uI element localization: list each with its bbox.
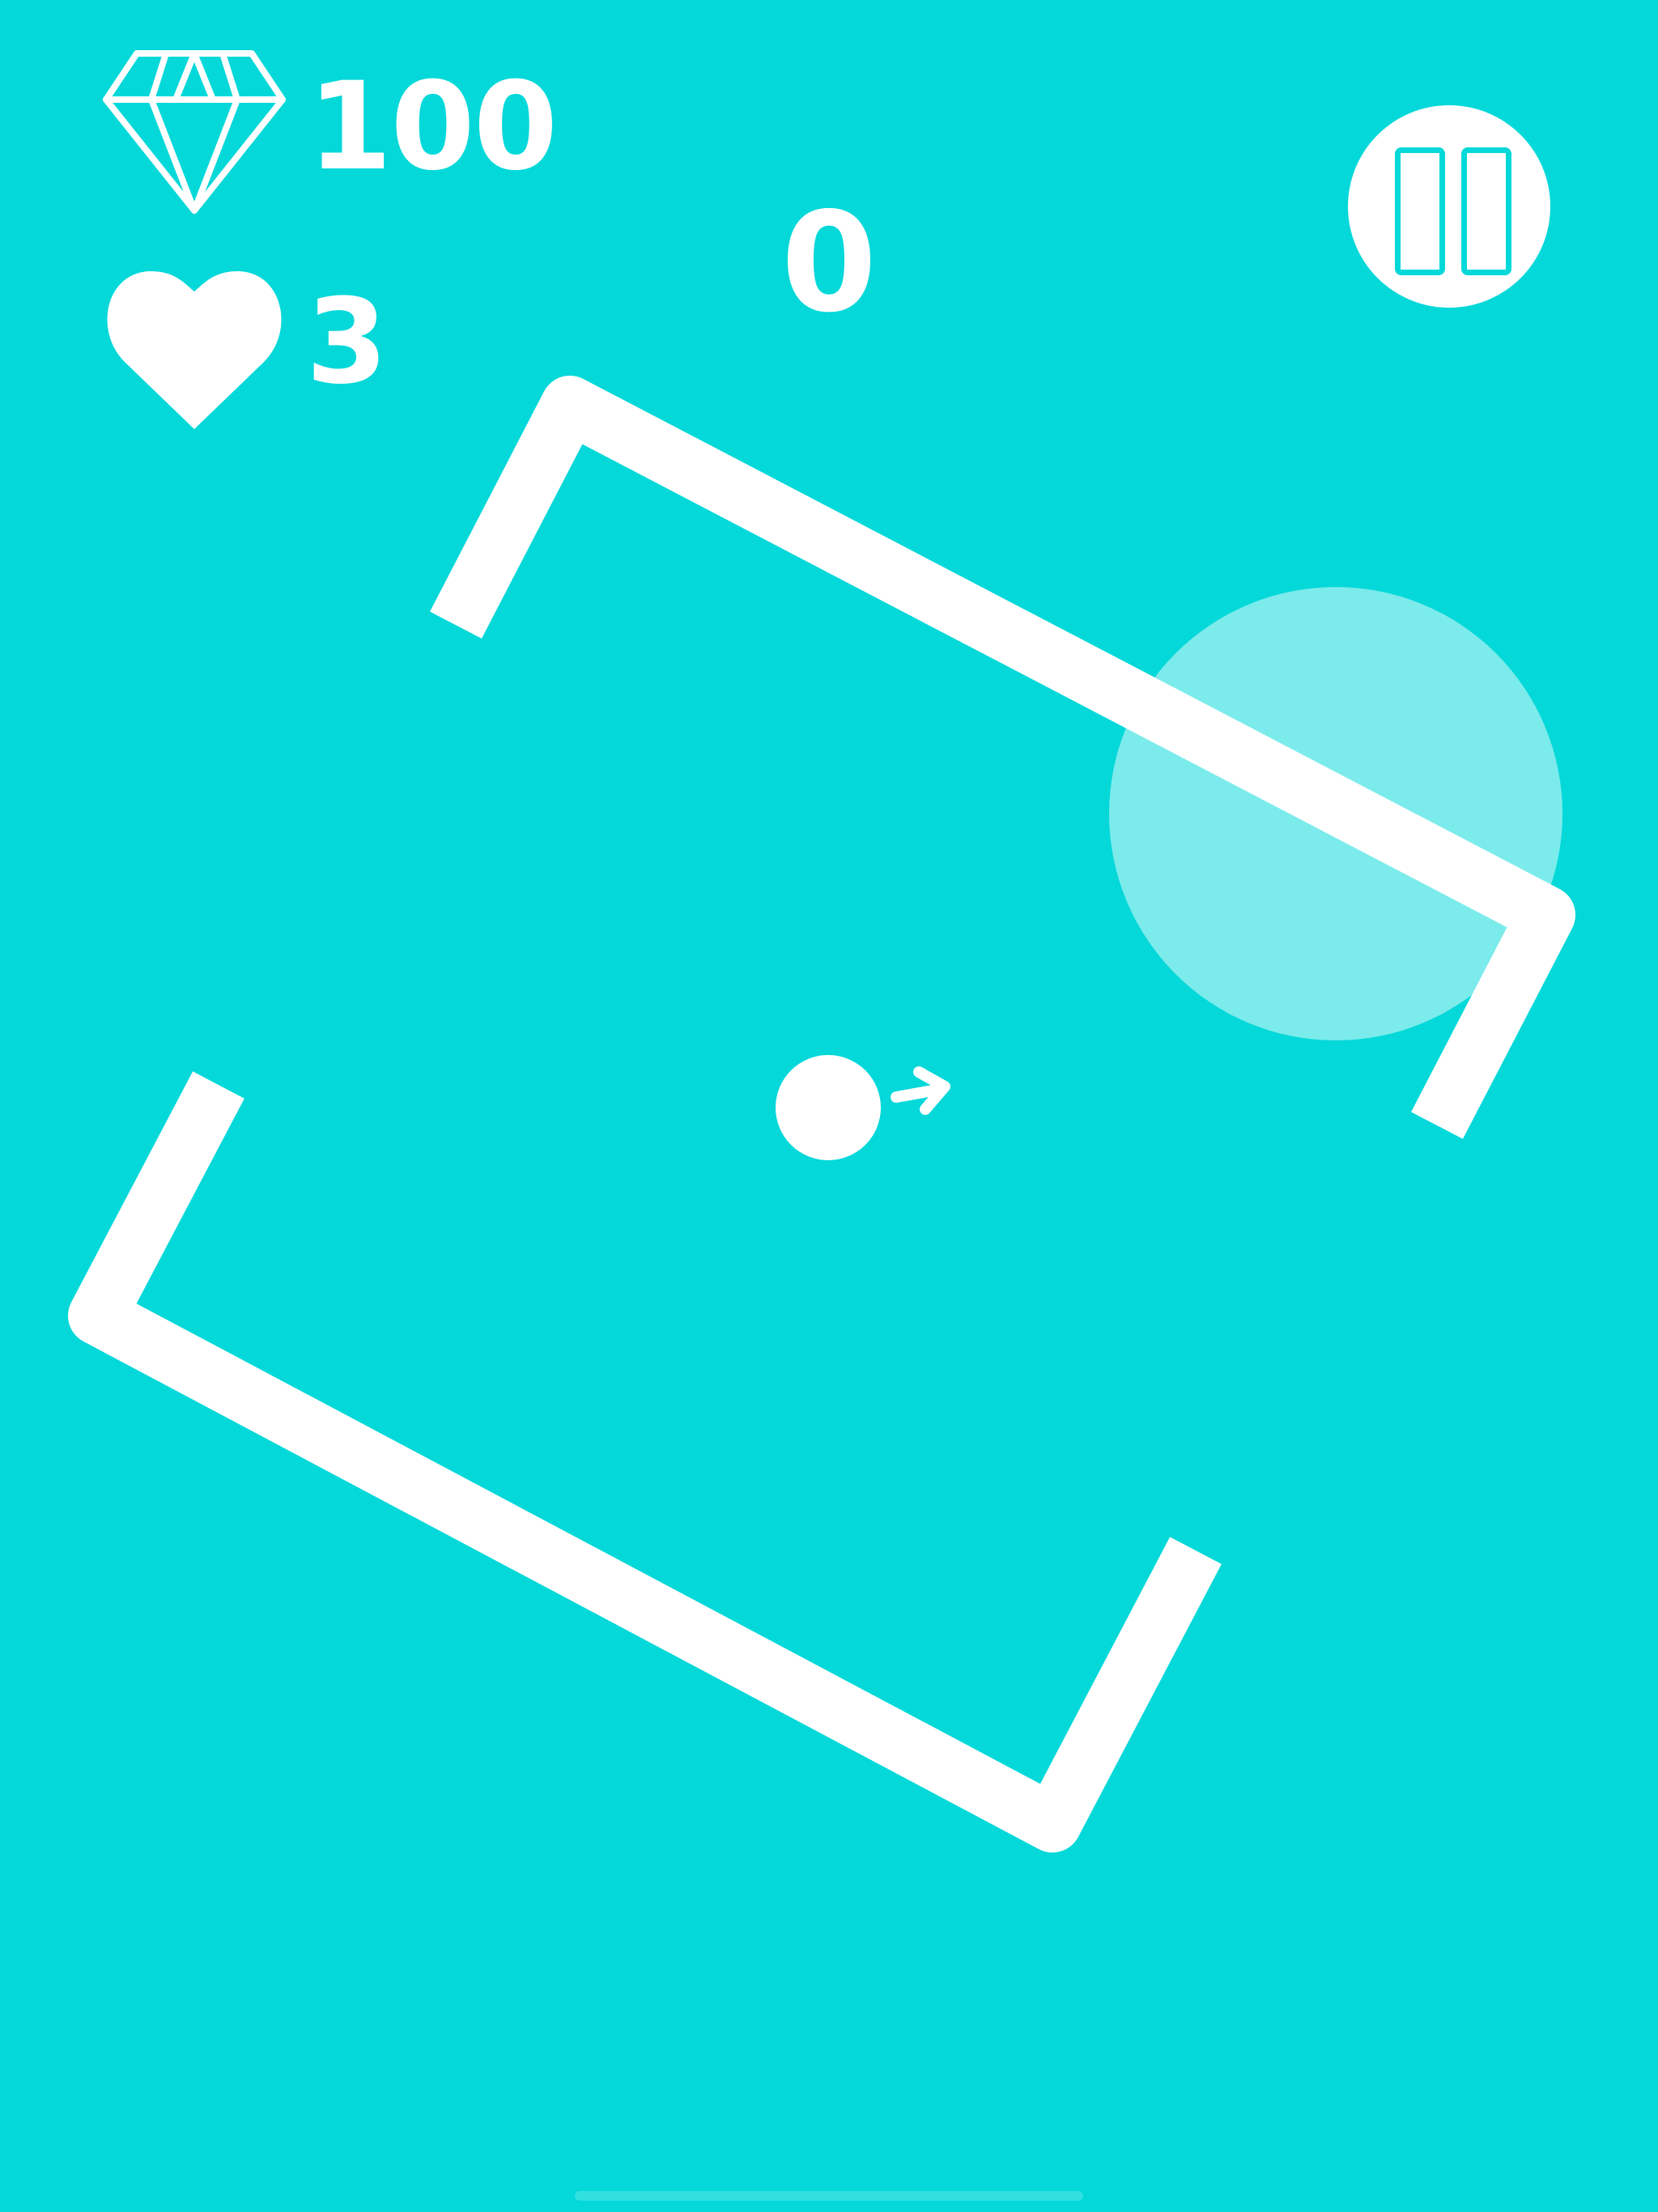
lower-paddle-bracket [68,1071,1222,1853]
gem-count: 100 [308,57,558,198]
pause-bar-left [1395,147,1445,275]
diamond-gem-icon [103,50,286,214]
home-indicator[interactable] [575,2191,1083,2201]
pause-bar-right [1461,147,1511,275]
pause-button[interactable] [1348,105,1550,308]
arrow-right-icon [891,1066,950,1115]
game-screen[interactable]: 100 3 0 [0,0,1658,2212]
ball [776,1055,881,1160]
